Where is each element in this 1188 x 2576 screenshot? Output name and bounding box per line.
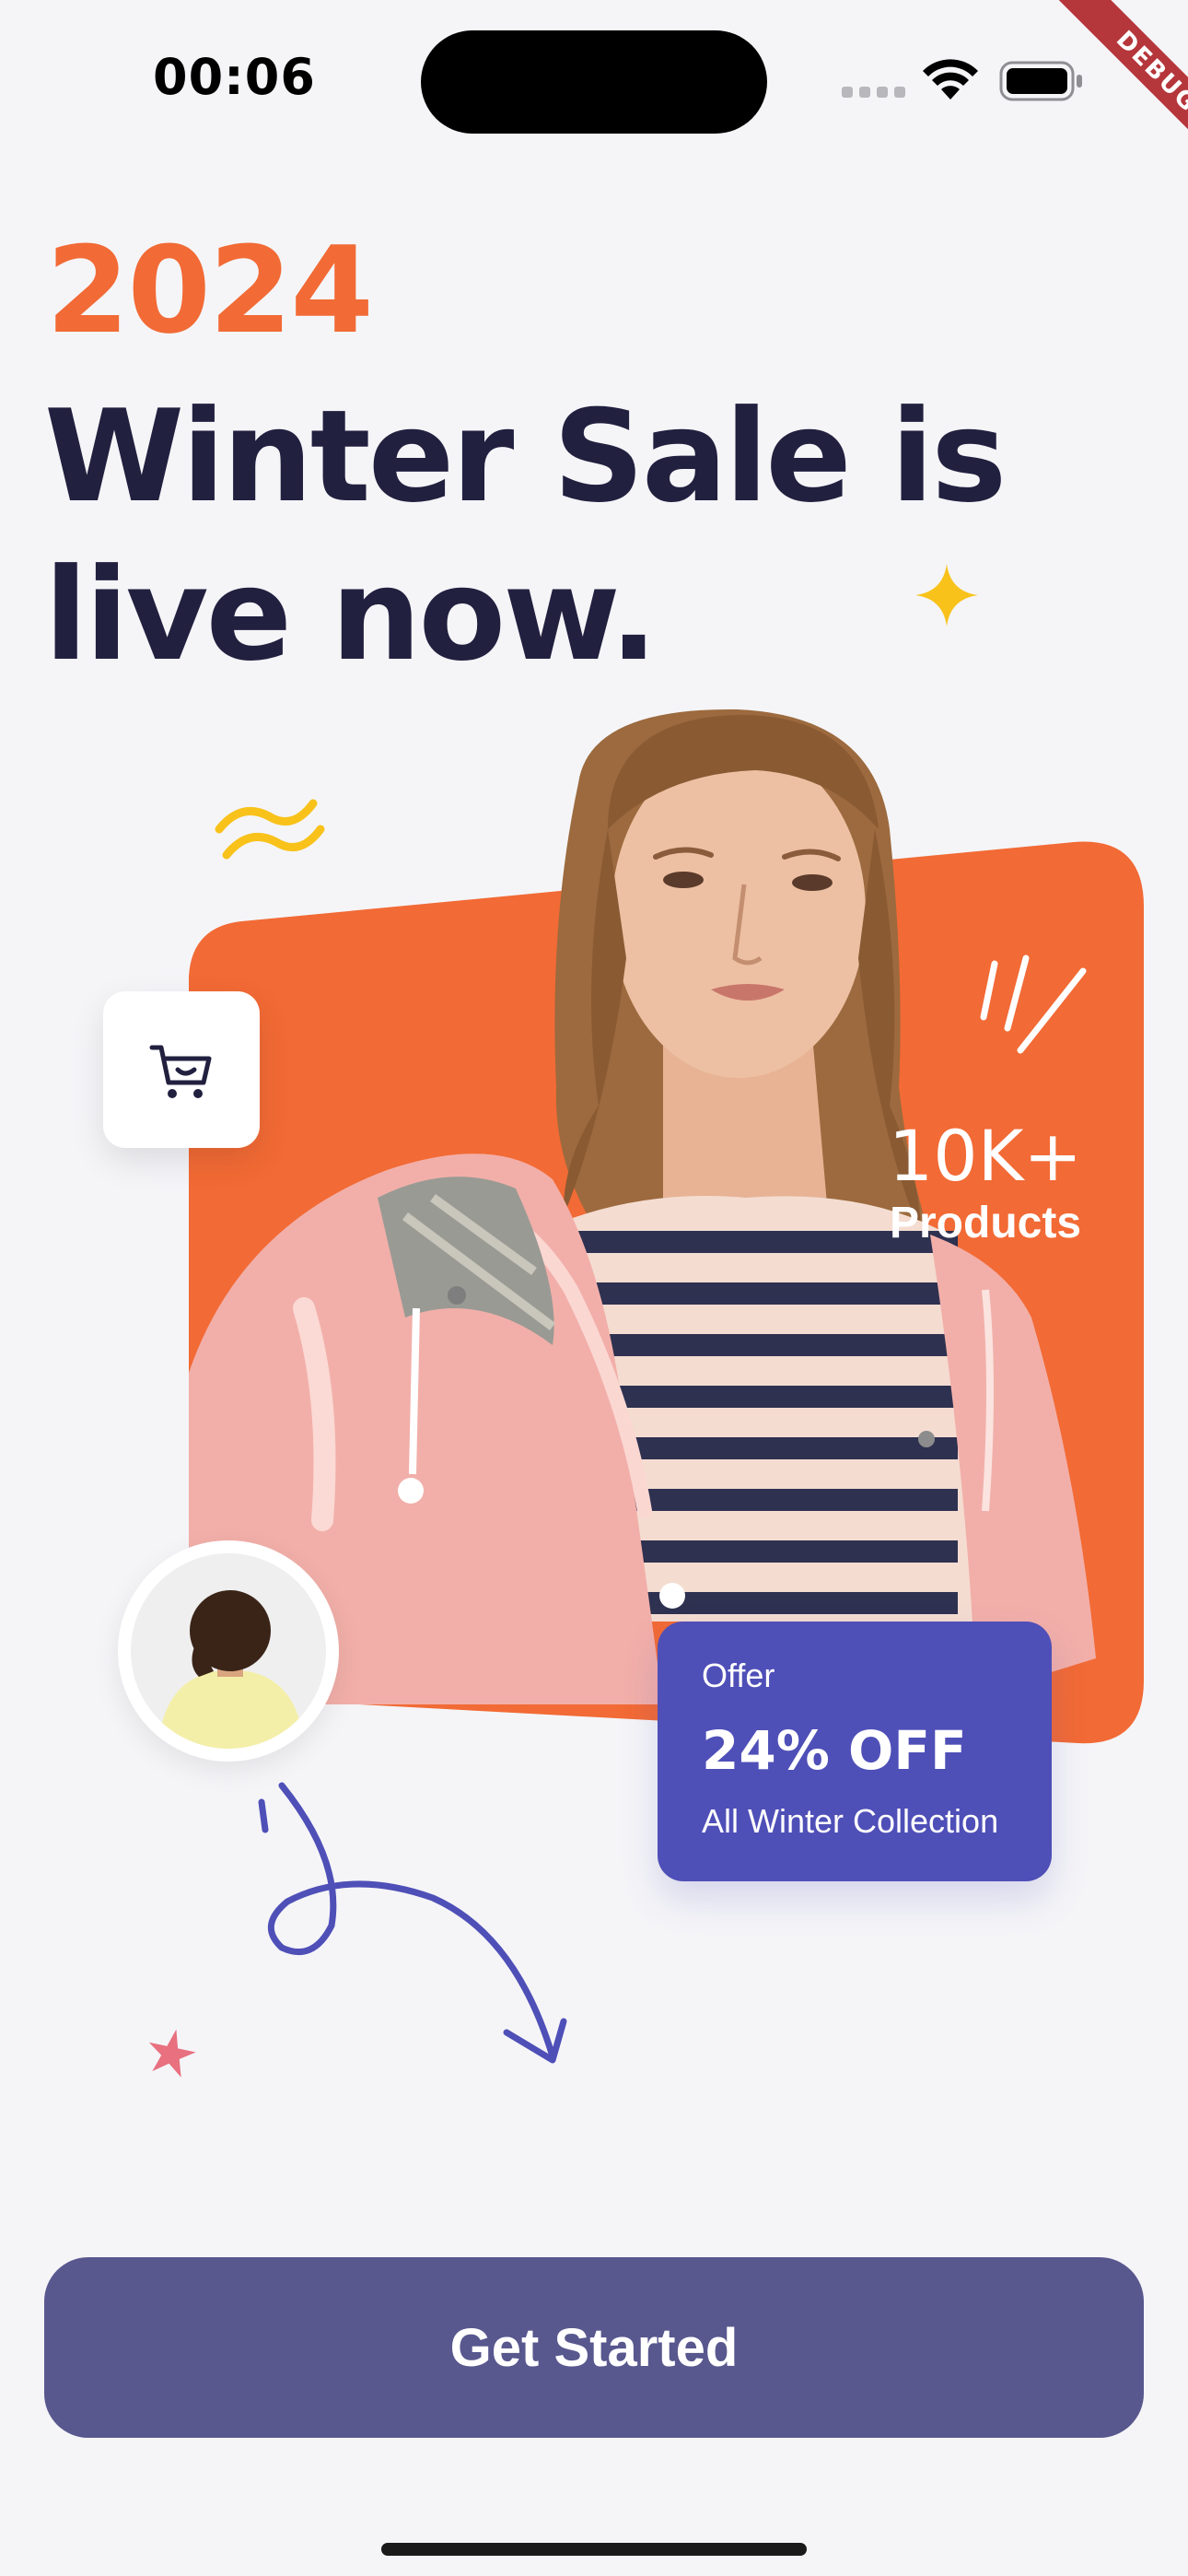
squiggle-decoration xyxy=(215,799,325,860)
home-indicator[interactable] xyxy=(381,2543,807,2556)
products-count: 10K+ xyxy=(888,1115,1083,1197)
offer-discount: 24% OFF xyxy=(702,1719,967,1782)
sparkle-icon xyxy=(915,564,978,626)
offer-label: Offer xyxy=(702,1657,775,1694)
star-decoration xyxy=(148,2029,196,2078)
get-started-button[interactable]: Get Started xyxy=(44,2257,1144,2438)
offer-description: All Winter Collection xyxy=(702,1802,999,1840)
cart-icon xyxy=(149,1045,212,1098)
curly-arrow-decoration xyxy=(258,1782,567,2064)
avatar[interactable] xyxy=(118,1540,339,1762)
avatar-photo xyxy=(131,1553,326,1749)
products-stat: 10K+ Products xyxy=(875,1115,1096,1249)
cart-badge[interactable] xyxy=(103,991,260,1148)
offer-card[interactable]: Offer 24% OFF All Winter Collection xyxy=(658,1622,1052,1881)
products-label: Products xyxy=(889,1199,1082,1247)
